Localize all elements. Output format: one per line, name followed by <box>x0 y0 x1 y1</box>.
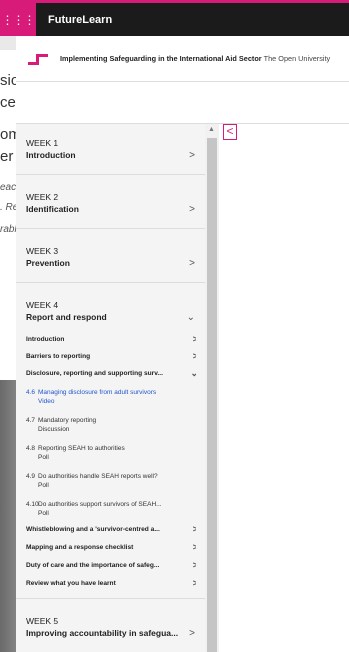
week-item-5[interactable]: WEEK 5 Improving accountability in safeg… <box>16 616 205 639</box>
week-label: WEEK 4 <box>26 300 59 310</box>
section-label: Introduction <box>26 336 65 343</box>
week-title: Introduction <box>26 150 76 160</box>
chevron-right-icon: > <box>189 258 195 269</box>
step-type: Video <box>38 398 55 405</box>
chevron-right-icon: > <box>192 544 196 551</box>
week-label: WEEK 1 <box>26 138 59 148</box>
chevron-right-icon: > <box>192 336 196 343</box>
chevron-right-icon: > <box>192 526 196 533</box>
step-type: Poll <box>38 482 49 489</box>
chevron-right-icon: > <box>192 580 196 587</box>
step-title: Mandatory reporting <box>38 417 97 424</box>
collapse-panel-button[interactable]: < <box>223 124 237 140</box>
section-label: Whistleblowing and a 'survivor-centred a… <box>26 526 160 533</box>
chevron-right-icon: > <box>189 150 195 161</box>
step-title: Do authorities handle SEAH reports well? <box>38 473 158 480</box>
chevron-down-icon: ⌄ <box>190 370 196 377</box>
step-type: Poll <box>38 510 49 517</box>
course-header: Implementing Safeguarding in the Interna… <box>16 36 349 82</box>
scrollbar-thumb[interactable] <box>207 138 217 652</box>
section-label: Mapping and a response checklist <box>26 544 134 551</box>
week-item-3[interactable]: WEEK 3 Prevention > <box>16 246 205 269</box>
step-number: 4.9 <box>26 473 36 480</box>
step-item[interactable]: 4.8 Reporting SEAH to authorities Poll <box>26 444 198 462</box>
course-name: Implementing Safeguarding in the Interna… <box>60 54 262 63</box>
step-number: 4.10 <box>26 501 39 508</box>
chevron-right-icon: > <box>189 204 195 215</box>
step-type: Poll <box>38 454 49 461</box>
section-label: Duty of care and the importance of safeg… <box>26 562 160 569</box>
week-item-2[interactable]: WEEK 2 Identification > <box>16 192 205 215</box>
divider <box>16 282 205 283</box>
week-label: WEEK 5 <box>26 616 59 626</box>
chevron-right-icon: > <box>192 562 196 569</box>
week-label: WEEK 2 <box>26 192 59 202</box>
step-number: 4.8 <box>26 445 36 452</box>
chevron-right-icon: > <box>192 353 196 360</box>
week-label: WEEK 3 <box>26 246 59 256</box>
brand-name[interactable]: FutureLearn <box>48 14 112 26</box>
step-content <box>219 124 349 652</box>
chevron-right-icon: > <box>189 628 195 639</box>
section-item[interactable]: Mapping and a response checklist > <box>26 544 196 551</box>
background-text: eac <box>0 182 17 193</box>
section-item[interactable]: Duty of care and the importance of safeg… <box>26 562 196 569</box>
divider <box>16 598 205 599</box>
week-item-4[interactable]: WEEK 4 Report and respond ⌄ <box>16 300 205 323</box>
section-item[interactable]: Barriers to reporting > <box>26 353 196 360</box>
chevron-down-icon: ⌄ <box>186 312 195 323</box>
week-title: Identification <box>26 204 79 214</box>
section-item-expanded[interactable]: Disclosure, reporting and supporting sur… <box>26 370 196 377</box>
step-title: Do authorities support survivors of SEAH… <box>38 501 162 508</box>
section-item[interactable]: Introduction > <box>26 336 196 343</box>
step-number: 4.6 <box>26 389 36 396</box>
section-label: Barriers to reporting <box>26 353 91 360</box>
top-app-bar: ⋮⋮⋮ FutureLearn <box>0 0 349 36</box>
futurelearn-logo-icon[interactable] <box>28 48 50 70</box>
course-navigation-panel: WEEK 1 Introduction > WEEK 2 Identificat… <box>16 124 205 652</box>
section-label: Review what you have learnt <box>26 580 116 587</box>
background-text: rabl <box>0 224 17 235</box>
step-item[interactable]: 4.9 Do authorities handle SEAH reports we… <box>26 472 198 490</box>
section-label: Disclosure, reporting and supporting sur… <box>26 370 163 377</box>
grid-icon: ⋮⋮⋮ <box>1 12 36 27</box>
step-item[interactable]: 4.10Do authorities support survivors of … <box>26 500 198 518</box>
step-title: Managing disclosure from adult survivors <box>38 389 157 396</box>
course-title: Implementing Safeguarding in the Interna… <box>60 54 330 63</box>
scroll-up-icon[interactable]: ▲ <box>208 126 215 133</box>
menu-button[interactable]: ⋮⋮⋮ <box>0 3 36 36</box>
step-type: Discussion <box>38 426 70 433</box>
step-number: 4.7 <box>26 417 36 424</box>
section-item[interactable]: Whistleblowing and a 'survivor-centred a… <box>26 526 196 533</box>
step-item-current[interactable]: 4.6 Managing disclosure from adult surviv… <box>26 388 198 406</box>
divider <box>16 228 205 229</box>
course-provider: The Open University <box>263 54 331 63</box>
step-item[interactable]: 4.7 Mandatory reporting Discussion <box>26 416 198 434</box>
sub-header <box>16 82 349 124</box>
week-title: Improving accountability in safegua... <box>26 628 179 638</box>
week-item-1[interactable]: WEEK 1 Introduction > <box>16 138 205 161</box>
step-title: Reporting SEAH to authorities <box>38 445 125 452</box>
week-title: Prevention <box>26 258 70 268</box>
week-title: Report and respond <box>26 312 107 322</box>
section-item[interactable]: Review what you have learnt > <box>26 580 196 587</box>
divider <box>16 174 205 175</box>
